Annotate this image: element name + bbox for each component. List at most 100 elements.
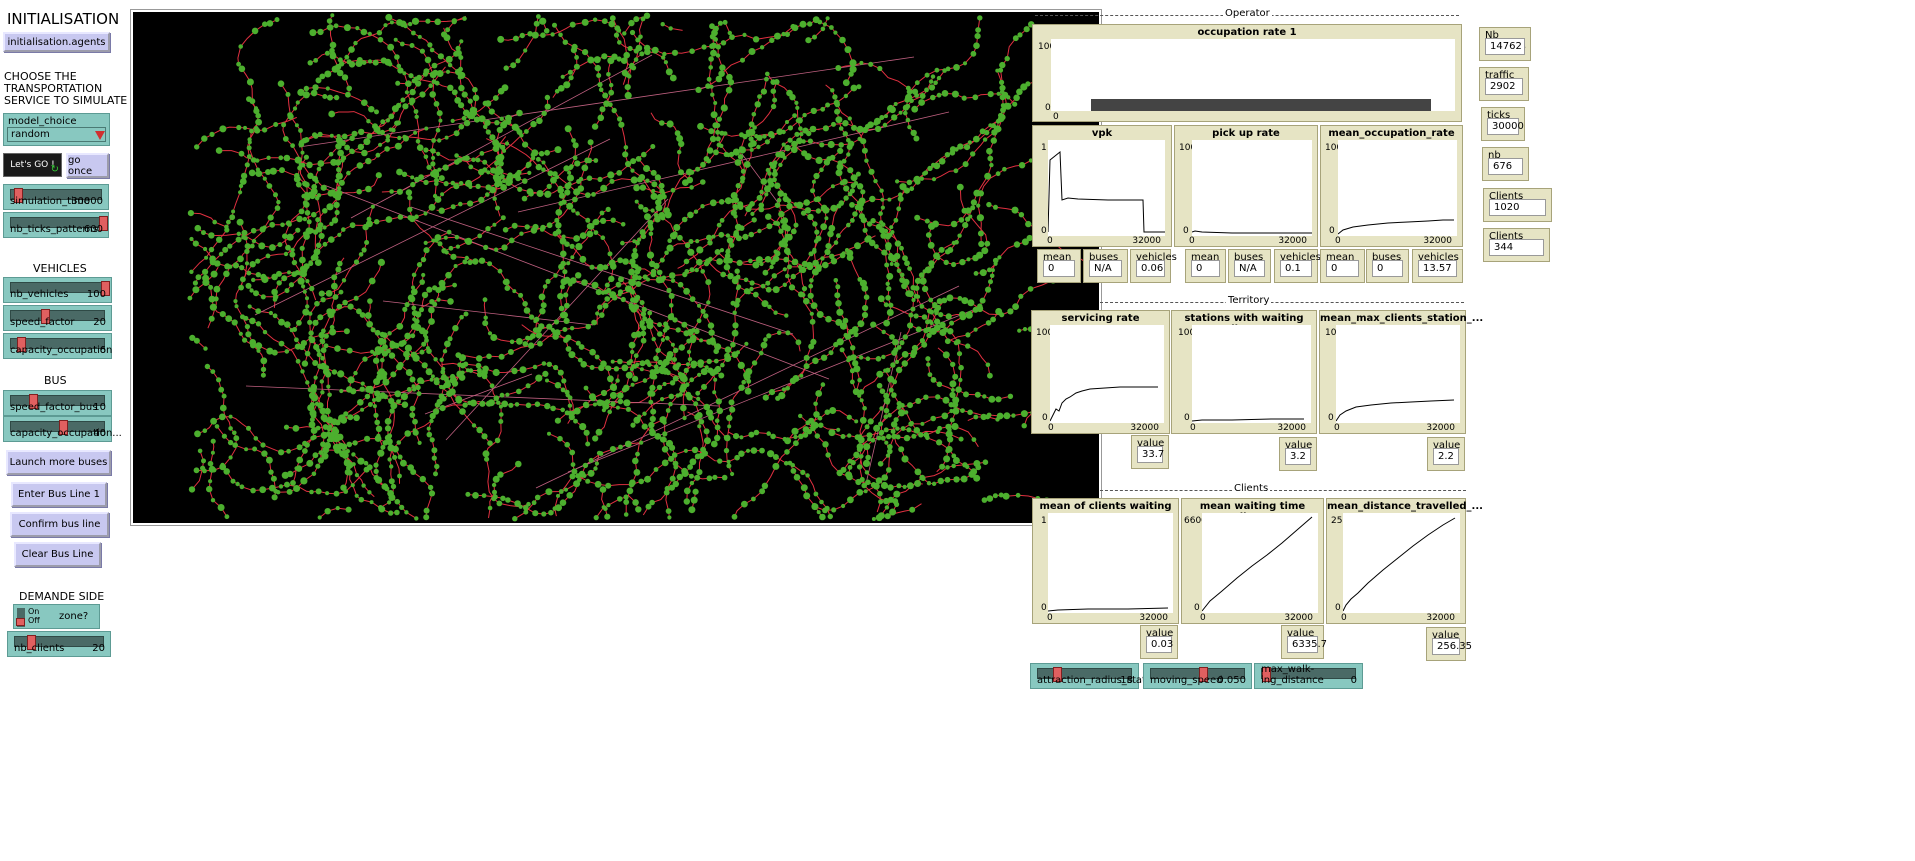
initialisation-heading: INITIALISATION — [7, 10, 120, 28]
plot-line — [1335, 399, 1455, 422]
monitor-value: 0.1 — [1280, 260, 1312, 277]
speed-factor-slider[interactable]: speed_factor 20 — [3, 305, 112, 331]
world-view-network[interactable] — [133, 12, 1099, 523]
monitor-value: 3.2 — [1285, 448, 1311, 465]
monitor-value: 13.57 — [1418, 260, 1457, 277]
plot-xmax: 32000 — [1423, 236, 1452, 246]
monitor-value: 6335.7 — [1287, 636, 1327, 653]
plot-area — [1191, 140, 1312, 236]
choose-heading-line-3: SERVICE TO SIMULATE — [4, 94, 128, 107]
plot-area — [1342, 513, 1460, 613]
plot-ymin: 0 — [1045, 103, 1051, 113]
plot-area — [1047, 140, 1165, 236]
clients-separator: Clients — [1100, 483, 1466, 494]
plot-area — [1191, 325, 1311, 423]
slider-value: 0.050 — [1217, 675, 1246, 686]
capacity-occupation-slider[interactable]: capacity_occupation 6 — [3, 333, 112, 359]
capacity-occupation-bus-slider[interactable]: capacity_occupation... 40 — [3, 416, 122, 442]
plot-occupation-rate: occupation rate 1 100 0 0 — [1032, 24, 1462, 122]
plot-xmin: 0 — [1047, 613, 1053, 623]
plot-xmax: 32000 — [1284, 613, 1313, 623]
monitor-occupation-buses: buses 0 — [1366, 249, 1409, 283]
plot-xmax: 32000 — [1139, 613, 1168, 623]
monitor-value: 2902 — [1485, 78, 1523, 95]
monitor-mean-clients-waiting-value: value 0.03 — [1140, 625, 1178, 659]
slider-label: speed_factor — [10, 317, 75, 328]
attraction-radius-slider[interactable]: attraction_radius_stati... 18 — [1030, 663, 1158, 689]
plot-title: pick up rate — [1212, 128, 1280, 139]
plot-line — [1191, 230, 1312, 234]
operator-separator: Operator — [1035, 8, 1459, 19]
plot-xmax: 32000 — [1426, 423, 1455, 433]
go-once-button[interactable]: go once — [66, 153, 109, 178]
clear-bus-line-button[interactable]: Clear Bus Line — [14, 542, 101, 567]
plot-mean-max-clients-station: mean_max_clients_station_... 10 0 0 3200… — [1319, 310, 1483, 434]
monitor-nb-clients: nb clients676 — [1482, 147, 1529, 181]
territory-section-label: Territory — [1226, 295, 1272, 306]
slider-value: 30000 — [71, 196, 103, 207]
lets-go-label: Let's GO ! — [10, 160, 55, 170]
slider-value: 20 — [92, 643, 105, 654]
monitor-pickup-buses: buses N/A — [1228, 249, 1271, 283]
monitor-pickup-vehicles: vehicles 0.1 — [1274, 249, 1321, 283]
slider-value: 40 — [93, 428, 106, 439]
monitor-mean-distance-value: value 256.35 — [1426, 627, 1472, 661]
plot-area — [1051, 39, 1455, 111]
plot-area — [1335, 325, 1460, 423]
plot-line — [1047, 607, 1169, 612]
monitor-value: 0 — [1326, 260, 1359, 277]
enter-bus-line-button[interactable]: Enter Bus Line 1 — [11, 482, 107, 507]
plot-line — [1049, 386, 1158, 422]
plot-area — [1049, 325, 1164, 423]
switch-off-label: Off — [28, 616, 40, 625]
lets-go-forever-button[interactable]: Let's GO ! ↻ — [3, 153, 62, 177]
plot-line — [1337, 219, 1454, 235]
confirm-bus-line-button[interactable]: Confirm bus line — [10, 512, 109, 537]
monitor-value: 256.35 — [1432, 638, 1472, 655]
plot-ymin: 0 — [1328, 413, 1334, 423]
monitor-value: 0.06 — [1136, 260, 1165, 277]
plot-ymin: 0 — [1041, 226, 1047, 236]
model-choice-value[interactable]: random — [7, 127, 106, 142]
plot-xmin: 0 — [1200, 613, 1206, 623]
max-walking-distance-slider[interactable]: max_walk-ing_distance 0 — [1254, 663, 1363, 689]
model-choice-chooser[interactable]: model_choice random — [3, 113, 110, 146]
monitor-vpk-mean: mean 0 — [1037, 249, 1081, 283]
vehicles-heading: VEHICLES — [33, 262, 87, 275]
histogram-bar — [1091, 99, 1431, 111]
slider-label: max_walk-ing_distance — [1261, 664, 1324, 686]
plot-xmax: 32000 — [1130, 423, 1159, 433]
plot-xmin: 0 — [1334, 423, 1340, 433]
choose-service-heading: CHOOSE THE TRANSPORTATION SERVICE TO SIM… — [4, 71, 127, 107]
demand-side-heading: DEMANDE SIDE — [19, 590, 105, 603]
launch-more-buses-button[interactable]: Launch more buses — [6, 450, 111, 475]
zone-switch[interactable]: On Off zone? — [13, 604, 100, 629]
monitor-value: 2.2 — [1433, 448, 1459, 465]
moving-speed-slider[interactable]: moving_speed 0.050 — [1143, 663, 1252, 689]
plot-xmin: 0 — [1048, 423, 1054, 433]
plot-ymin: 0 — [1335, 603, 1341, 613]
nb-ticks-patterns-slider[interactable]: nb_ticks_patterns 600 — [3, 212, 109, 238]
operator-section-label: Operator — [1223, 8, 1272, 19]
plot-ymin: 0 — [1329, 226, 1335, 236]
speed-factor-bus-slider[interactable]: speed_factor_bus 10 — [3, 390, 112, 416]
slider-value: 0 — [1350, 675, 1357, 686]
slider-label: nb_clients — [14, 643, 65, 654]
monitor-ticks: ticks 30000 — [1481, 107, 1525, 141]
slider-label: moving_speed — [1150, 675, 1223, 686]
plot-xmax: 32000 — [1277, 423, 1306, 433]
nb-clients-slider[interactable]: nb_clients 20 — [7, 631, 111, 657]
nb-vehicles-slider[interactable]: nb_vehicles 100 — [3, 277, 112, 303]
plot-xmin: 0 — [1053, 112, 1059, 122]
switch-thumb[interactable] — [16, 618, 25, 626]
simulation-time-slider[interactable]: simulation_time 30000 — [3, 184, 109, 210]
monitor-value: 0 — [1372, 260, 1403, 277]
switch-track[interactable] — [16, 608, 25, 627]
slider-value: 20 — [93, 317, 106, 328]
dropdown-arrow-icon — [95, 131, 105, 140]
initialisation-agents-button[interactable]: initialisation.agents — [3, 32, 110, 52]
plot-xmax: 32000 — [1426, 613, 1455, 623]
monitor-value: 0 — [1191, 260, 1220, 277]
monitor-pickup-mean: mean 0 — [1185, 249, 1226, 283]
plot-ymax: 10 — [1325, 328, 1337, 338]
